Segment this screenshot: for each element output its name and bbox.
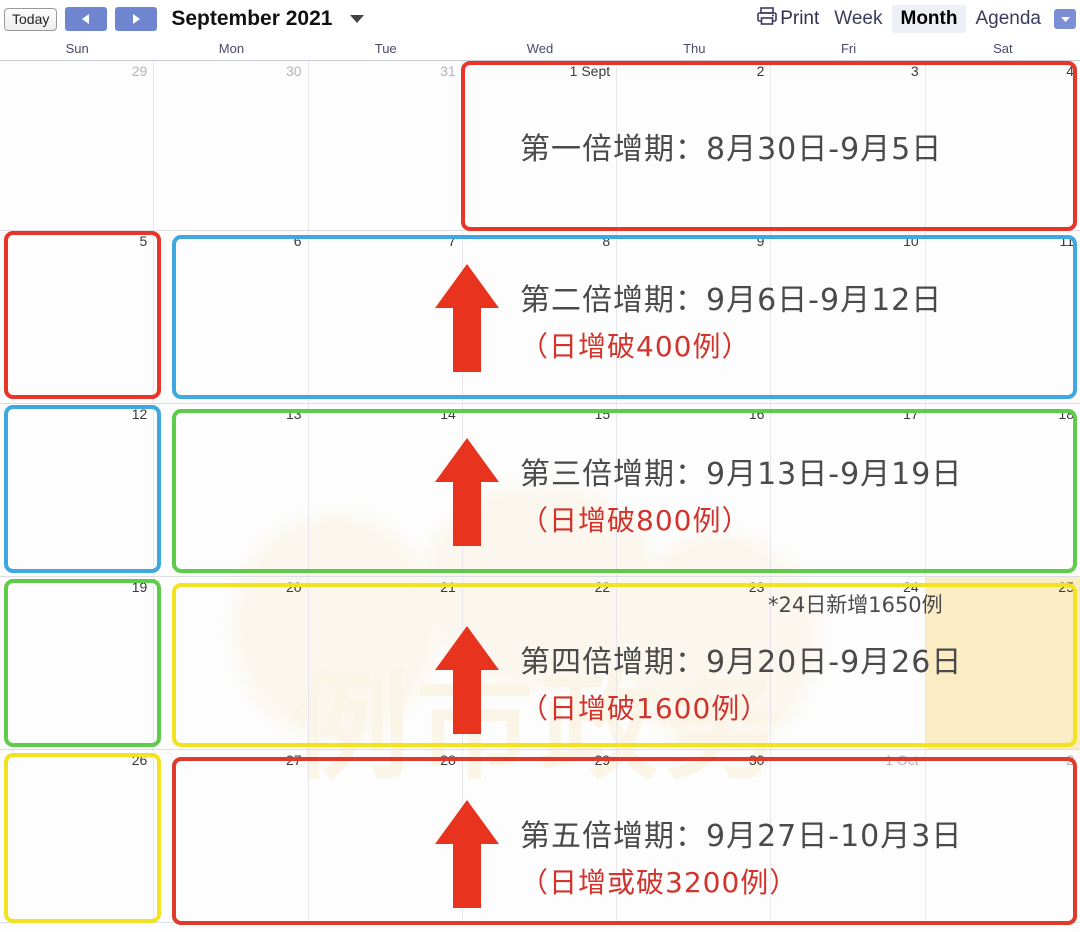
sunday-box-5 (4, 231, 161, 399)
calendar-grid: 例市政务 29 30 31 1 Sept 2 3 4 5 6 7 8 9 10 … (0, 61, 1080, 932)
weekday-header-row: Sun Mon Tue Wed Thu Fri Sat (0, 38, 1080, 61)
doubling-period-1-box (461, 61, 1077, 231)
doubling-period-2-box (172, 235, 1077, 399)
weekday-label-sat: Sat (993, 41, 1013, 56)
weekday-label-fri: Fri (840, 41, 857, 56)
doubling-period-3-box (172, 409, 1077, 573)
toolbar-left-group: Today September 2021 (0, 7, 365, 31)
day-cell[interactable]: 31 (309, 61, 463, 230)
view-options-dropdown-button[interactable] (1054, 9, 1076, 29)
weekday-label-wed: Wed (526, 41, 554, 56)
sunday-box-26 (4, 753, 161, 923)
day-number: 31 (440, 63, 456, 79)
print-button[interactable]: Print (750, 4, 825, 34)
sunday-box-19 (4, 579, 161, 747)
day-number: 29 (131, 63, 148, 79)
chevron-down-icon[interactable] (350, 15, 365, 23)
view-tab-week[interactable]: Week (825, 5, 891, 33)
sunday-box-12 (4, 405, 161, 573)
printer-icon (756, 6, 778, 32)
day-number: 30 (285, 63, 302, 79)
print-label: Print (780, 8, 820, 29)
weekday-label-sun: Sun (65, 41, 89, 56)
weekday-label-thu: Thu (683, 41, 706, 56)
view-tab-month[interactable]: Month (891, 5, 967, 33)
toolbar-right-group: Print Week Month Agenda (750, 4, 1080, 34)
day-cell[interactable]: 30 (154, 61, 309, 230)
previous-month-button[interactable] (65, 7, 108, 31)
weekday-label-tue: Tue (374, 41, 397, 56)
view-tab-agenda[interactable]: Agenda (966, 5, 1050, 33)
day-cell[interactable]: 29 (0, 61, 155, 230)
next-month-button[interactable] (115, 7, 158, 31)
today-button[interactable]: Today (4, 7, 58, 31)
doubling-period-5-box (172, 757, 1077, 925)
page-title: September 2021 (171, 7, 333, 30)
calendar-toolbar: Today September 2021 Print Week Month Ag… (0, 0, 1080, 38)
weekday-label-mon: Mon (218, 41, 245, 56)
daily-case-note: *24日新增1650例 (768, 593, 943, 617)
